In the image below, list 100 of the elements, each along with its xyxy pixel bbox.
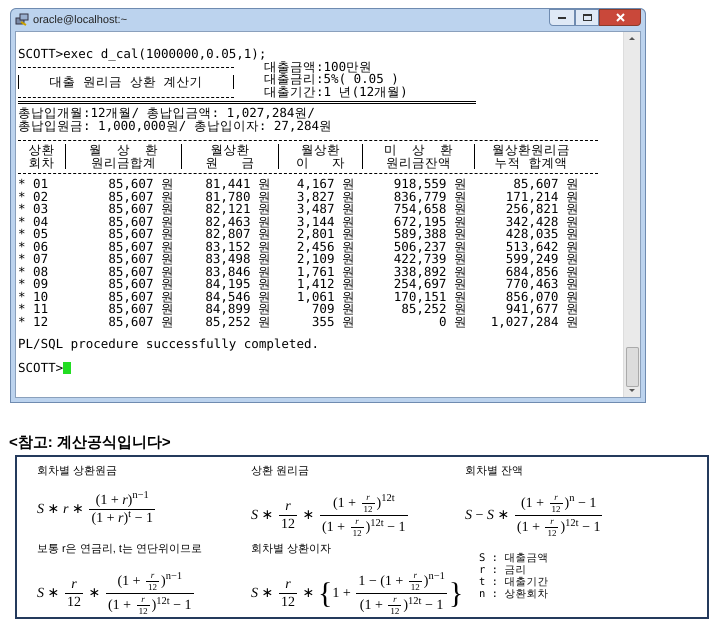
- table-cell-text: 506,237 원: [392, 240, 468, 253]
- formula-label: 회차별 상환이자: [251, 542, 332, 557]
- loan-info-line: 대출금액:100만원: [264, 60, 374, 73]
- table-cell-text: 709 원: [312, 303, 356, 316]
- minimize-button[interactable]: [549, 9, 575, 26]
- math-text: (1 +: [117, 572, 142, 590]
- table-cell-text: 836,779 원: [392, 190, 468, 203]
- formula-label: 회차별 잔액: [465, 464, 524, 479]
- command-line: SCOTT>exec d_cal(1000000,0.05,1);: [18, 48, 268, 60]
- scroll-up-arrow-icon[interactable]: [629, 37, 635, 40]
- table-cell-text: * 01: [18, 178, 50, 190]
- status-message: PL/SQL procedure successfully completed.: [18, 338, 320, 350]
- column-header: 원리금잔액: [386, 156, 451, 169]
- table-cell-text: 82,807 원: [204, 228, 272, 240]
- table-cell-text: 170,151 원: [392, 290, 468, 303]
- table-cell-text: 85,607 원: [107, 240, 175, 253]
- close-icon: [616, 13, 624, 22]
- table-cell-text: 85,607 원: [107, 228, 175, 240]
- math-text: r: [285, 498, 291, 515]
- scroll-down-arrow-icon[interactable]: [629, 389, 635, 392]
- math-text: 12: [281, 516, 295, 534]
- table-cell-text: 2,456 원: [296, 240, 356, 253]
- math-text: (1 +: [516, 519, 541, 536]
- table-cell-text: 85,607 원: [107, 203, 175, 216]
- math-text: (1 +: [108, 597, 132, 614]
- math-text: 12: [138, 606, 148, 618]
- legend-line: S : 대출금액: [479, 552, 550, 564]
- column-header: 누적 합계액: [494, 156, 568, 169]
- legend-line: r : 금리: [479, 564, 528, 576]
- table-cell-text: * 11: [18, 303, 50, 316]
- math-text: r: [355, 516, 359, 528]
- math-text: (1 +: [322, 519, 346, 536]
- table-cell-text: * 02: [18, 190, 50, 203]
- legend-line: t : 대출기간: [479, 576, 550, 588]
- math-text: (1 + r)$^{n−1}$: [96, 492, 149, 509]
- math-text: 12: [281, 594, 295, 612]
- table-cell-text: 85,607 원: [512, 178, 580, 190]
- table-cell-text: 171,214 원: [504, 190, 580, 203]
- table-cell-text: 85,252 원: [204, 316, 272, 328]
- table-cell-text: 85,607 원: [107, 190, 175, 203]
- table-cell-text: 85,607 원: [107, 253, 175, 266]
- table-cell-text: 770,463 원: [504, 278, 580, 290]
- table-cell-text: 422,739 원: [392, 253, 468, 266]
- math-text: r: [554, 492, 558, 503]
- table-cell-text: 513,642 원: [504, 240, 580, 253]
- math-text: 12: [547, 528, 556, 540]
- math-text: S ∗ r ∗: [37, 501, 85, 519]
- math-text: 1 +: [332, 585, 352, 603]
- table-cell-text: * 03: [18, 203, 50, 216]
- table-cell-text: * 04: [18, 216, 50, 228]
- math-text: r: [150, 570, 154, 581]
- math-text: S ∗: [251, 585, 274, 603]
- math-text: r: [393, 594, 397, 606]
- column-header: 월 상 환: [88, 144, 158, 156]
- table-cell-text: 4,167 원: [296, 178, 356, 190]
- maximize-button[interactable]: [575, 9, 599, 26]
- math-text: ∗: [88, 585, 102, 603]
- column-header: 월상환원리금: [492, 144, 570, 156]
- text-cursor: [63, 362, 72, 374]
- table-cell-text: 81,441 원: [204, 178, 272, 190]
- table-cell-text: 85,607 원: [107, 216, 175, 228]
- math-text: )$^{n−1}$: [161, 572, 182, 590]
- table-cell-text: 83,152 원: [204, 240, 272, 253]
- table-cell-text: 918,559 원: [392, 178, 468, 190]
- table-cell-text: 84,899 원: [204, 303, 272, 316]
- column-header: 월상환: [210, 144, 250, 156]
- math-text: (1 +: [520, 494, 546, 512]
- math-text: r: [71, 576, 77, 593]
- math-text: 12: [352, 528, 362, 540]
- formula-label: 보통 r은 연금리, t는 연단위이므로: [37, 542, 203, 557]
- legend-line: n : 상환회차: [479, 588, 550, 600]
- math-text: S ∗: [37, 585, 60, 603]
- math-text: 12: [552, 504, 561, 515]
- table-cell-text: 941,677 원: [504, 303, 580, 316]
- table-cell-text: 82,121 원: [204, 203, 272, 216]
- scroll-thumb[interactable]: [626, 347, 638, 387]
- table-cell-text: 84,546 원: [204, 290, 272, 303]
- scrollbar[interactable]: [623, 32, 640, 397]
- math-text: 12: [390, 606, 400, 618]
- table-cell-text: 2,801 원: [296, 228, 356, 240]
- table-cell-text: 82,463 원: [204, 216, 272, 228]
- math-text: )$^{12t}$ − 1: [560, 519, 600, 536]
- table-cell-text: 85,607 원: [107, 316, 175, 328]
- close-button[interactable]: [599, 9, 641, 26]
- column-header: 미 상 환: [384, 144, 454, 156]
- column-header: 원리금합계: [91, 156, 156, 169]
- math-text: )$^{12t}$: [376, 494, 395, 512]
- table-cell-text: 85,607 원: [107, 278, 175, 290]
- column-header: 이 자: [296, 156, 345, 169]
- table-cell-text: 3,827 원: [296, 190, 356, 203]
- table-cell-text: 85,607 원: [107, 290, 175, 303]
- column-header: 상환: [28, 144, 54, 156]
- table-cell-text: 3,487 원: [296, 203, 356, 216]
- table-cell-text: 85,607 원: [107, 303, 175, 316]
- table-cell-text: 684,856 원: [504, 266, 580, 278]
- table-cell-text: 1,061 원: [296, 290, 356, 303]
- summary-line: 총납입원금: 1,000,000원/ 총납입이자: 27,284원: [18, 120, 334, 132]
- loan-info-line: 대출기간:1 년(12개월): [264, 86, 408, 98]
- prompt: SCOTT>: [18, 362, 64, 374]
- table-cell-text: * 07: [18, 253, 50, 266]
